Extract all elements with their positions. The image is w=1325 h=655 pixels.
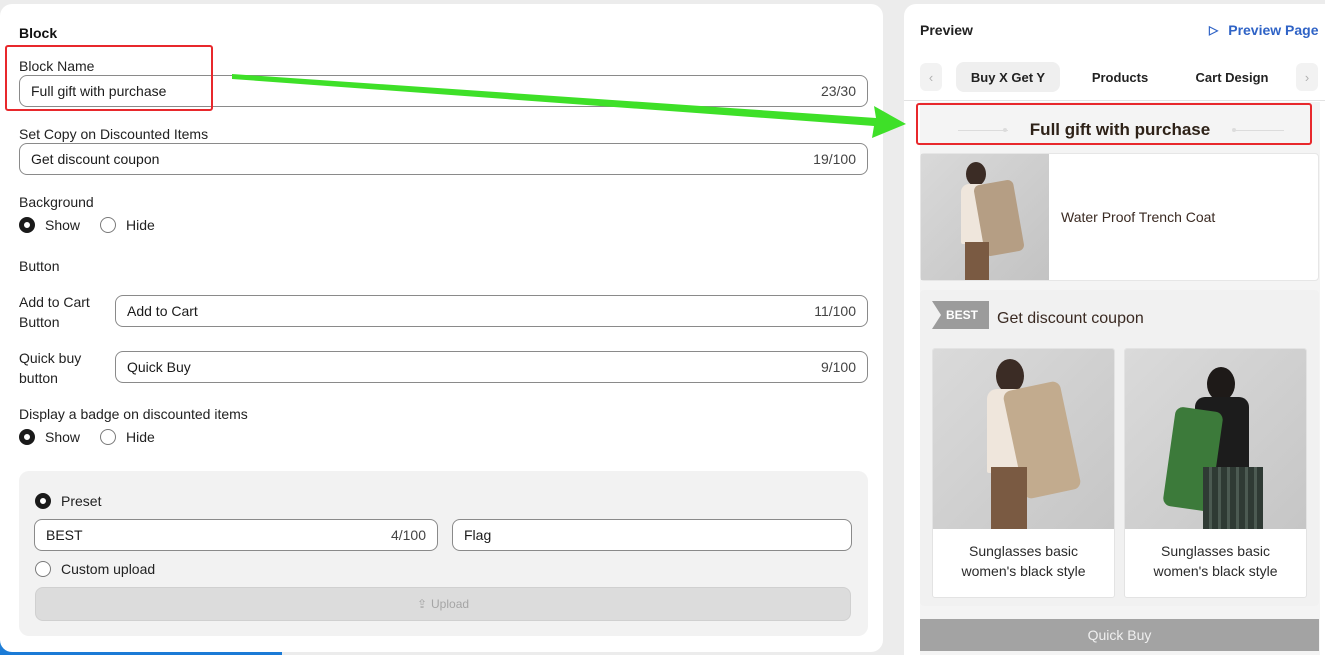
quick-buy-label-line2: button	[19, 370, 58, 386]
copy-discounted-input[interactable]: Get discount coupon 19/100	[19, 143, 868, 175]
discount-product-name-line2: women's black style	[1153, 563, 1278, 579]
background-hide-label: Hide	[126, 217, 155, 233]
quick-buy-button[interactable]: Quick Buy	[920, 619, 1319, 651]
add-to-cart-label-line2: Button	[19, 314, 60, 330]
background-hide-radio[interactable]	[100, 217, 117, 233]
discount-product-image	[1125, 349, 1306, 529]
add-to-cart-value: Add to Cart	[127, 303, 198, 319]
button-section-label: Button	[19, 258, 60, 274]
badge-text-input[interactable]: BEST 4/100	[34, 519, 438, 551]
background-show-label: Show	[45, 217, 81, 233]
preview-canvas: Full gift with purchase Water Proof Tren…	[920, 102, 1320, 655]
quick-buy-input[interactable]: Quick Buy 9/100	[115, 351, 868, 383]
discount-block: BEST Get discount coupon Sunglasses basi…	[920, 290, 1319, 606]
background-show-radio[interactable]	[19, 217, 35, 233]
add-to-cart-count: 11/100	[814, 303, 856, 319]
preview-tabs: ‹ Buy X Get Y Products Cart Design ›	[920, 62, 1318, 92]
product-name: Water Proof Trench Coat	[1061, 209, 1216, 225]
chevron-right-icon[interactable]: ›	[1296, 63, 1318, 91]
discount-product-name-line2: women's black style	[961, 563, 1086, 579]
quick-buy-value: Quick Buy	[127, 359, 191, 375]
badge-settings-box: Preset BEST 4/100 Flag Custom upload ⇪ U…	[19, 471, 868, 636]
custom-upload-option: Custom upload	[35, 561, 155, 577]
tab-cart-design[interactable]: Cart Design	[1182, 62, 1282, 92]
copy-discounted-value: Get discount coupon	[31, 151, 160, 167]
preview-panel: Preview ▷ Preview Page ‹ Buy X Get Y Pro…	[904, 4, 1325, 655]
preset-label: Preset	[61, 493, 102, 509]
discount-product-card[interactable]: Sunglasses basic women's black style	[932, 348, 1115, 598]
tab-products[interactable]: Products	[1075, 62, 1165, 92]
best-badge: BEST	[932, 301, 989, 329]
badge-style-value: Flag	[464, 527, 492, 543]
panel-title: Block	[19, 25, 58, 41]
background-radio-group: Show Hide	[19, 217, 155, 233]
block-name-count: 23/30	[820, 83, 856, 99]
preview-page-label: Preview Page	[1228, 22, 1319, 38]
upload-button[interactable]: ⇪ Upload	[35, 587, 851, 621]
copy-discounted-label: Set Copy on Discounted Items	[19, 126, 209, 142]
badge-text-value: BEST	[46, 527, 83, 543]
badge-show-label: Show	[45, 429, 81, 445]
highlight-box-preview-heading	[916, 103, 1312, 145]
badge-hide-label: Hide	[126, 429, 155, 445]
preset-radio[interactable]	[35, 493, 51, 509]
add-to-cart-input[interactable]: Add to Cart 11/100	[115, 295, 868, 327]
upload-icon: ⇪	[416, 597, 428, 611]
discount-copy: Get discount coupon	[997, 310, 1144, 327]
tabs-divider	[904, 100, 1325, 101]
custom-upload-radio[interactable]	[35, 561, 51, 577]
preview-title: Preview	[920, 22, 973, 38]
discount-product-image	[933, 349, 1114, 529]
badge-hide-radio[interactable]	[100, 429, 117, 445]
badge-radio-group: Show Hide	[19, 429, 155, 445]
custom-upload-label: Custom upload	[61, 561, 156, 577]
discount-product-name-line1: Sunglasses basic	[969, 543, 1078, 559]
badge-text-count: 4/100	[390, 527, 426, 543]
tab-buy-x-get-y[interactable]: Buy X Get Y	[956, 62, 1060, 92]
product-row[interactable]: Water Proof Trench Coat	[920, 153, 1319, 281]
badge-label: Display a badge on discounted items	[19, 406, 248, 422]
highlight-box-block-name	[5, 45, 213, 111]
discount-product-name-line1: Sunglasses basic	[1161, 543, 1270, 559]
badge-style-select[interactable]: Flag	[452, 519, 852, 551]
quick-buy-count: 9/100	[820, 359, 856, 375]
quick-buy-label-line1: Quick buy	[19, 350, 82, 366]
copy-discounted-count: 19/100	[813, 151, 856, 167]
badge-show-radio[interactable]	[19, 429, 35, 445]
discount-product-card[interactable]: Sunglasses basic women's black style	[1124, 348, 1307, 598]
product-image	[921, 154, 1049, 280]
upload-label: Upload	[431, 597, 470, 611]
chevron-left-icon[interactable]: ‹	[920, 63, 942, 91]
background-label: Background	[19, 194, 94, 210]
preview-page-link[interactable]: ▷ Preview Page	[1209, 22, 1319, 38]
add-to-cart-label-line1: Add to Cart	[19, 294, 90, 310]
play-icon: ▷	[1209, 23, 1219, 37]
preset-option: Preset	[35, 493, 101, 509]
